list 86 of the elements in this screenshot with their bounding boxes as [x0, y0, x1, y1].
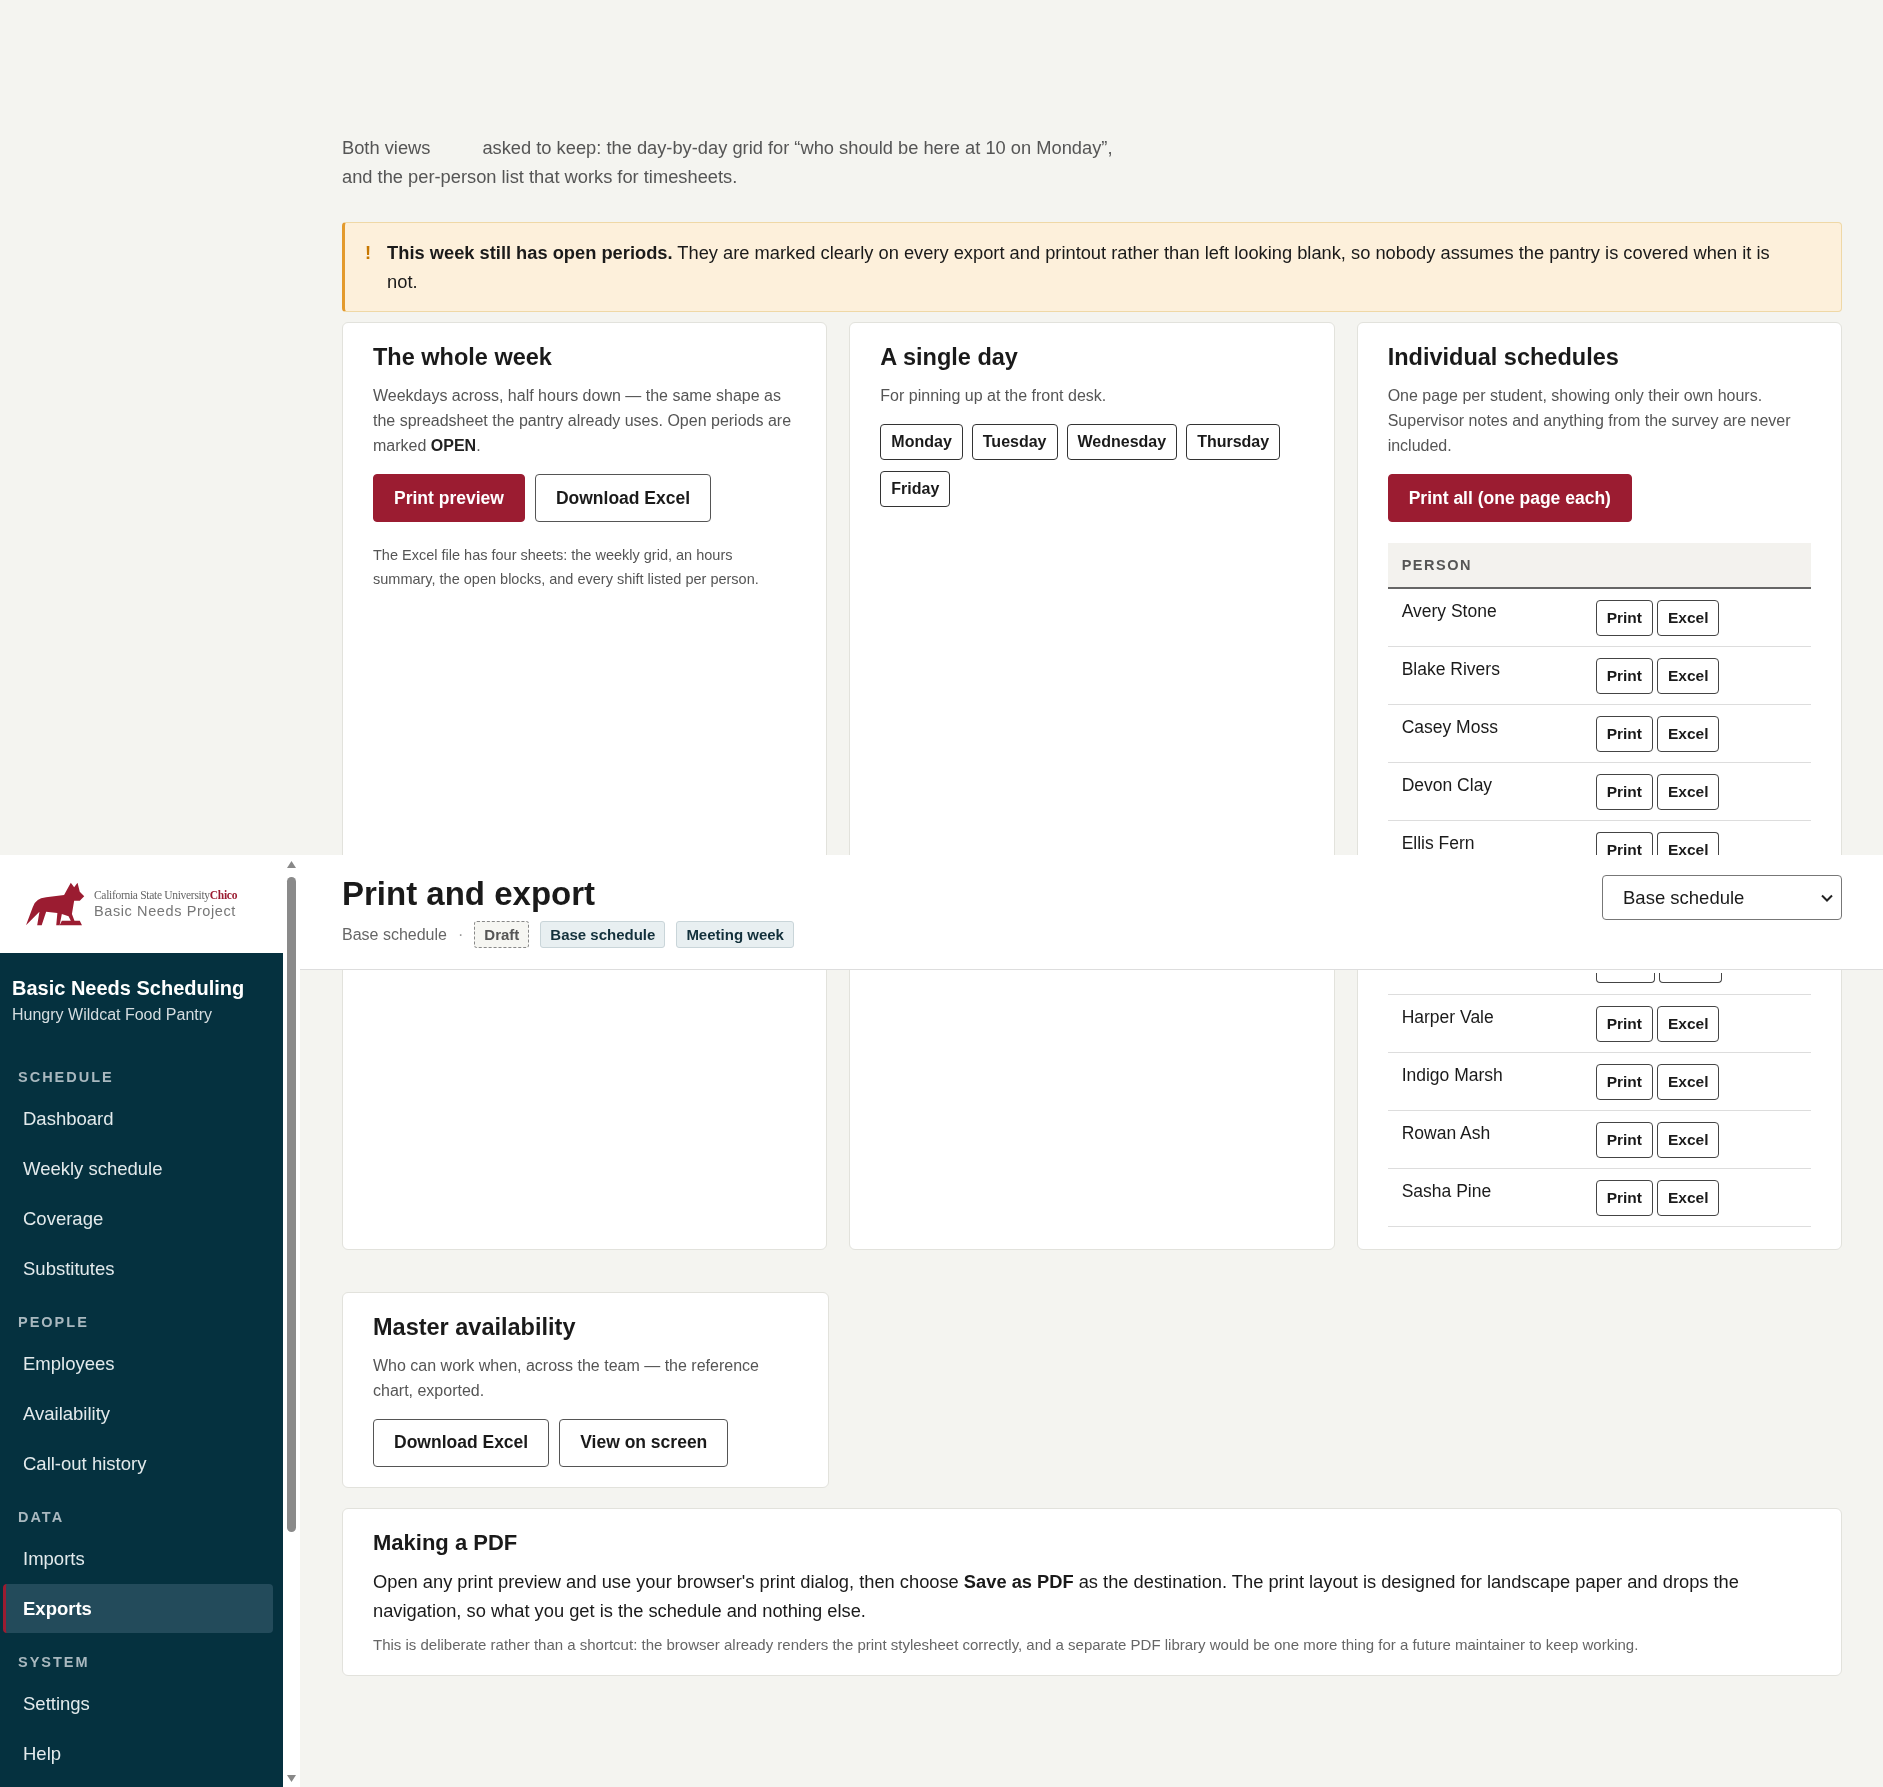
row-button[interactable]: Excel: [1656, 1121, 1720, 1158]
primary-button[interactable]: Print all (one page each): [1387, 474, 1632, 522]
primary-button[interactable]: Print preview: [373, 474, 525, 522]
nav-section-heading: SCHEDULE: [17, 1068, 115, 1087]
card-title: Making a PDF: [373, 1528, 519, 1557]
chevron-down-icon: [1821, 893, 1833, 902]
schedule-label: Base schedule: [342, 925, 447, 944]
info-text: Open any print preview and use your browser's print dialog, then choose Save as PDF as the destination. The print layout is designed for landscape paper and drops the navigation, so what you get is the schedule and nothing else.: [373, 1569, 1740, 1623]
day-button[interactable]: Wednesday: [1066, 424, 1178, 460]
nav-item[interactable]: Substitutes: [3, 1244, 273, 1293]
person-name: Avery Stone: [1387, 588, 1596, 646]
intro-text: Both views: [342, 137, 431, 158]
row-button[interactable]: Excel: [1656, 657, 1720, 694]
day-button[interactable]: Monday: [880, 424, 963, 460]
warning-mark: !: [365, 241, 372, 265]
person-name: Sasha Pine: [1387, 1168, 1596, 1226]
card-description: One page per student, showing only their own hours. Supervisor notes and anything from the survey are never included.: [1387, 386, 1792, 456]
scroll-up-arrow-icon[interactable]: [287, 861, 296, 868]
nav-item[interactable]: Coverage: [3, 1194, 273, 1243]
app-subtitle: Hungry Wildcat Food Pantry: [11, 1005, 214, 1024]
button-edge: [1595, 972, 1655, 983]
row-button[interactable]: Excel: [1656, 1005, 1720, 1042]
nav-item[interactable]: Availability: [3, 1389, 273, 1438]
note-text: The Excel file has four sheets: the weekly grid, an hours summary, the open blocks, and every shift listed per person.: [373, 546, 760, 589]
row-button[interactable]: Print: [1595, 715, 1653, 752]
separator-dot: ·: [457, 925, 464, 944]
row-button[interactable]: Print: [1595, 831, 1653, 857]
intro-text: and the per-person list that works for timesheets.: [342, 166, 738, 187]
card-title: A single day: [880, 343, 1019, 371]
row-button[interactable]: Excel: [1656, 1063, 1720, 1100]
person-name: Blake Rivers: [1387, 646, 1596, 704]
card-title: The whole week: [373, 343, 553, 371]
nav-section-heading: PEOPLE: [17, 1313, 90, 1332]
nav-item[interactable]: Imports: [3, 1534, 273, 1583]
row-button[interactable]: Excel: [1656, 1179, 1720, 1216]
schedule-select[interactable]: Base schedule: [1602, 875, 1842, 920]
nav-item[interactable]: Dashboard: [3, 1094, 273, 1143]
university-name: California State UniversityChico: [94, 889, 238, 901]
row-button[interactable]: Print: [1595, 1063, 1653, 1100]
row-button[interactable]: Print: [1595, 773, 1653, 810]
outline-button[interactable]: Download Excel: [373, 1418, 550, 1467]
info-note: This is deliberate rather than a shortcut: the browser already renders the print stylesheet correctly, and a separate PDF library would be one more thing for a future maintainer to keep working.: [373, 1635, 1640, 1653]
person-name: Harper Vale: [1387, 994, 1596, 1052]
row-button[interactable]: Print: [1595, 657, 1653, 694]
nav-item[interactable]: Weekly schedule: [3, 1144, 273, 1193]
nav-item[interactable]: Employees: [3, 1339, 273, 1388]
person-name: Rowan Ash: [1387, 1110, 1596, 1168]
row-button[interactable]: Excel: [1656, 831, 1720, 857]
nav-section-heading: DATA: [17, 1508, 66, 1527]
row-button[interactable]: Print: [1595, 1005, 1653, 1042]
day-button[interactable]: Friday: [880, 471, 951, 507]
column-header: PERSON: [1387, 543, 1811, 588]
nav-item[interactable]: Exports: [3, 1584, 273, 1633]
card-title: Master availability: [373, 1312, 577, 1341]
intro-text: asked to keep: the day-by-day grid for “who should be here at 10 on Monday”,: [482, 137, 1113, 158]
status-badge: Meeting week: [676, 921, 794, 948]
status-badge: Draft: [474, 921, 530, 948]
outline-button[interactable]: View on screen: [559, 1418, 729, 1467]
status-badge: Base schedule: [540, 921, 666, 948]
app-title: Basic Needs Scheduling: [11, 976, 246, 1000]
button-edge: [1658, 972, 1722, 983]
person-name: Devon Clay: [1387, 762, 1596, 820]
nav-item[interactable]: Help: [3, 1729, 273, 1778]
day-button[interactable]: Thursday: [1186, 424, 1281, 460]
card-description: For pinning up at the front desk.: [880, 386, 1108, 406]
page-title: Print and export: [342, 875, 596, 913]
scrollbar[interactable]: [283, 855, 300, 1787]
row-button[interactable]: Excel: [1656, 600, 1720, 636]
row-button[interactable]: Print: [1595, 1121, 1653, 1158]
card-title: Individual schedules: [1387, 343, 1620, 371]
warning-text: This week still has open periods. They are marked clearly on every export and printout rather than left looking blank, so nobody assumes the pantry is covered when it is not.: [387, 241, 1771, 294]
scroll-down-arrow-icon[interactable]: [287, 1775, 296, 1782]
nav-item[interactable]: Settings: [3, 1679, 273, 1728]
row-button[interactable]: Print: [1595, 600, 1653, 636]
row-button[interactable]: Print: [1595, 1179, 1653, 1216]
person-name: Indigo Marsh: [1387, 1052, 1596, 1110]
row-button[interactable]: Excel: [1656, 715, 1720, 752]
nav-section-heading: SYSTEM: [17, 1653, 91, 1672]
card-description: Weekdays across, half hours down — the same shape as the spreadsheet the pantry already uses. Open periods are marked OPEN.: [373, 386, 793, 456]
row-button[interactable]: Excel: [1656, 773, 1720, 810]
project-name: Basic Needs Project: [94, 903, 237, 919]
nav-item[interactable]: Call-out history: [3, 1439, 273, 1488]
card-description: Who can work when, across the team — the reference chart, exported.: [373, 1355, 760, 1401]
person-name: Casey Moss: [1387, 704, 1596, 762]
day-button[interactable]: Tuesday: [971, 424, 1058, 460]
outline-button[interactable]: Download Excel: [534, 474, 712, 522]
